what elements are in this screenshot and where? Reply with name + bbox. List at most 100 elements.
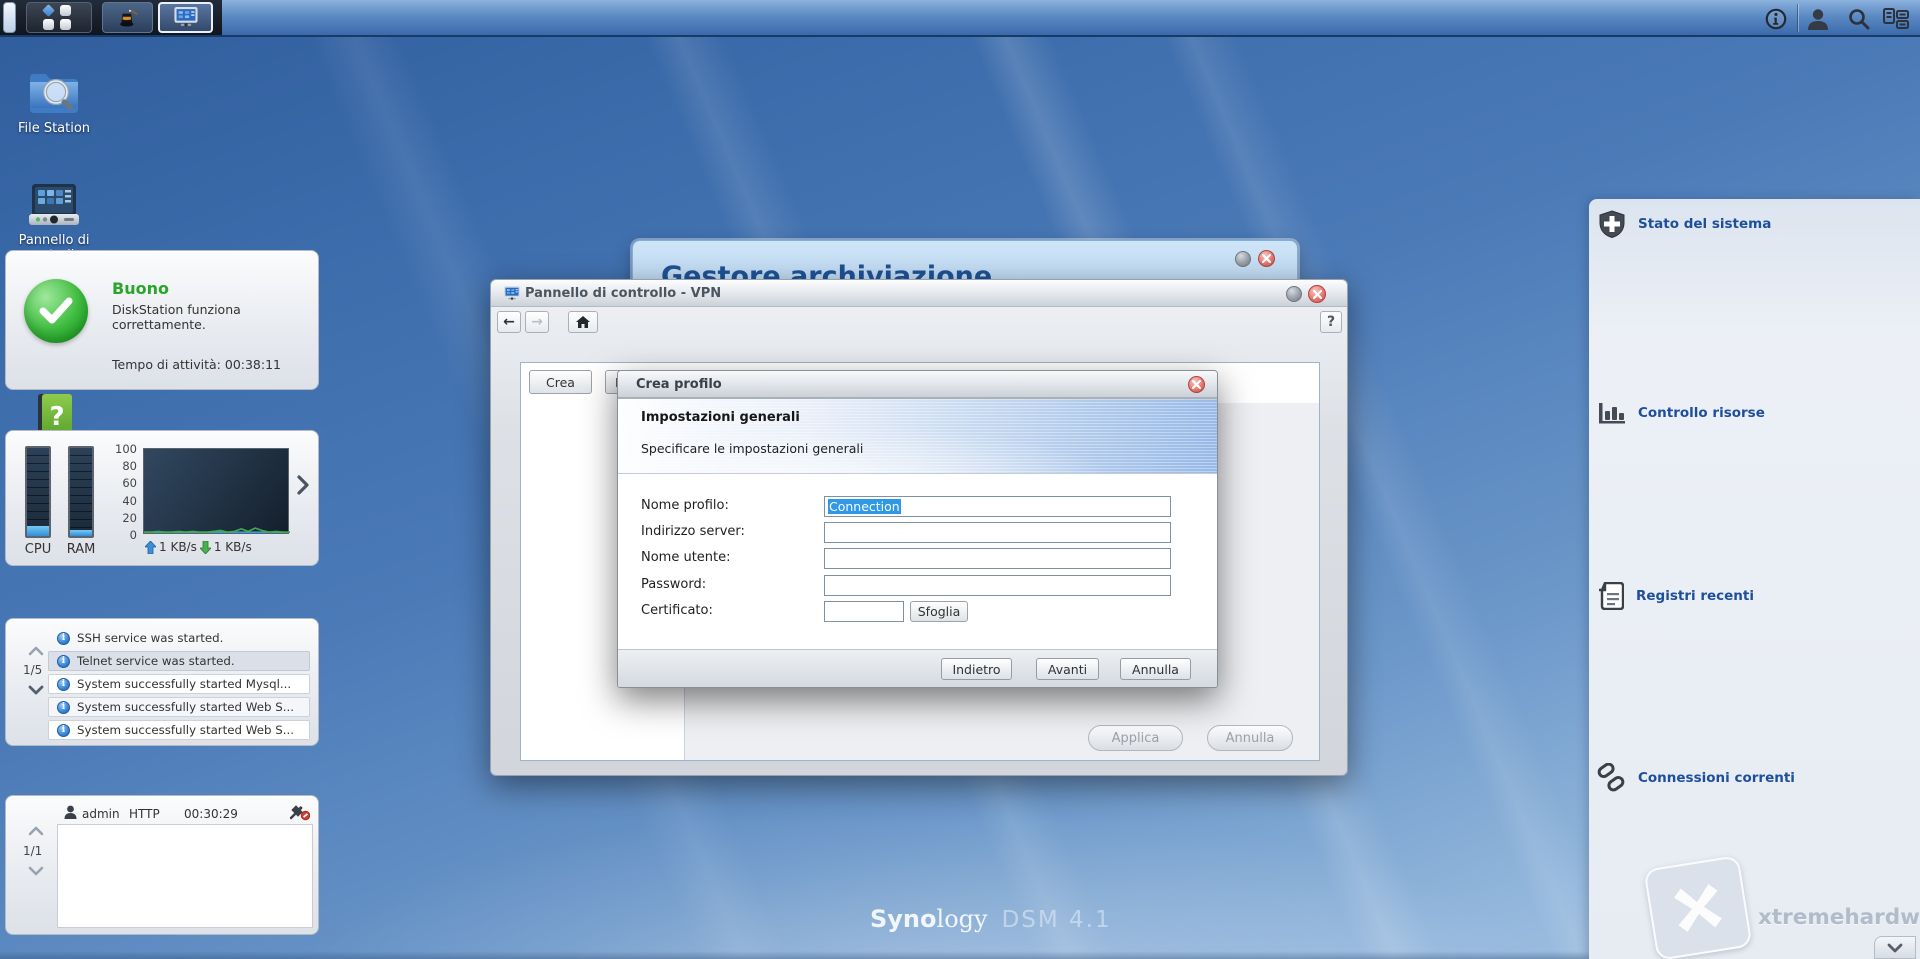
- minimize-button[interactable]: [1286, 286, 1302, 302]
- home-button[interactable]: [568, 311, 598, 333]
- show-desktop-button[interactable]: [3, 2, 16, 33]
- back-step-button[interactable]: Indietro: [941, 658, 1012, 680]
- home-icon: [576, 315, 590, 328]
- log-row[interactable]: i System successfully started Mysql...: [48, 674, 310, 694]
- widget-sidebar: [1589, 199, 1920, 959]
- svg-text:?: ?: [49, 402, 64, 432]
- log-row[interactable]: i System successfully started Web S...: [48, 720, 310, 740]
- pilot-view-button[interactable]: [1882, 5, 1910, 32]
- user-menu-button[interactable]: [1804, 5, 1832, 32]
- window-title: Pannello di controllo - VPN: [525, 285, 722, 301]
- browse-button[interactable]: Sfoglia: [910, 601, 968, 622]
- shield-icon: [1599, 210, 1625, 238]
- ytick: 60: [122, 476, 137, 490]
- create-profile-dialog: Crea profilo Impostazioni generali Speci…: [617, 370, 1218, 688]
- connection-user: admin: [82, 807, 120, 821]
- close-icon[interactable]: [1308, 285, 1326, 303]
- help-label: ?: [1326, 314, 1336, 330]
- help-button[interactable]: ?: [1320, 311, 1342, 333]
- cpu-gauge: [25, 446, 51, 538]
- taskbar-divider: [1797, 4, 1798, 32]
- info-icon: [1765, 8, 1787, 29]
- cancel-button[interactable]: Annulla: [1207, 725, 1293, 751]
- log-text: SSH service was started.: [77, 631, 224, 645]
- desktop-icon-file-station[interactable]: File Station: [6, 62, 102, 137]
- expand-chevron-icon[interactable]: [296, 475, 309, 495]
- status-ok-icon: [24, 279, 88, 343]
- server-address-label: Indirizzo server:: [641, 524, 745, 539]
- network-rates: 1 KB/s 1 KB/s: [145, 540, 252, 554]
- cancel-dialog-label: Annulla: [1132, 661, 1179, 677]
- download-rate: 1 KB/s: [213, 540, 252, 554]
- dsm-version: DSM 4.1: [1001, 907, 1112, 933]
- log-text: System successfully started Web S...: [77, 700, 294, 714]
- log-row[interactable]: i Telnet service was started.: [48, 651, 310, 671]
- dialog-titlebar[interactable]: Crea profilo: [618, 371, 1217, 399]
- section-title: Registri recenti: [1636, 588, 1754, 604]
- cancel-dialog-button[interactable]: Annulla: [1120, 658, 1191, 680]
- close-icon[interactable]: [1188, 376, 1205, 393]
- taskbar-app-quick-start[interactable]: [102, 2, 153, 33]
- server-address-field[interactable]: [824, 522, 1171, 543]
- main-menu-button[interactable]: [26, 2, 92, 33]
- dsm-branding: Synology DSM 4.1: [870, 905, 1112, 933]
- password-label: Password:: [641, 577, 707, 592]
- taskbar: [0, 0, 1920, 37]
- status-description-2: correttamente.: [112, 317, 206, 332]
- main-menu-icon: [42, 4, 75, 30]
- connection-time: 00:30:29: [184, 807, 238, 821]
- ram-label: RAM: [66, 542, 96, 557]
- username-field[interactable]: [824, 548, 1171, 569]
- next-step-button[interactable]: Avanti: [1036, 658, 1099, 680]
- connections-pager: 1/1: [23, 844, 43, 858]
- back-arrow-icon: ←: [503, 314, 515, 330]
- collapse-chevron-icon: [1887, 943, 1903, 952]
- log-row[interactable]: i System successfully started Web S...: [48, 697, 310, 717]
- ytick: 20: [122, 511, 137, 525]
- logs-page-down-icon[interactable]: [28, 685, 44, 695]
- taskbar-app-control-panel[interactable]: [158, 2, 213, 33]
- user-icon: [1808, 8, 1828, 30]
- sidebar-collapse-tab[interactable]: [1874, 936, 1916, 959]
- section-title: Stato del sistema: [1638, 216, 1772, 232]
- upload-arrow-icon: [145, 540, 156, 554]
- minimize-button[interactable]: [1235, 251, 1251, 267]
- connections-page-down-icon[interactable]: [28, 866, 44, 876]
- certificate-field[interactable]: [824, 601, 904, 622]
- selected-text: Connection: [828, 499, 901, 514]
- search-button[interactable]: [1844, 5, 1872, 32]
- back-button[interactable]: ←: [497, 311, 521, 333]
- apply-button[interactable]: Applica: [1088, 725, 1183, 751]
- ytick: 80: [122, 459, 137, 473]
- document-icon: [1599, 582, 1624, 610]
- connections-page-up-icon[interactable]: [28, 826, 44, 836]
- cancel-button-label: Annulla: [1225, 730, 1275, 746]
- forward-button[interactable]: →: [525, 311, 549, 333]
- create-button[interactable]: Crea: [529, 370, 592, 394]
- chain-link-icon: [1597, 763, 1625, 792]
- ram-gauge-fill: [70, 529, 92, 536]
- wizard-subheading: Specificare le impostazioni generali: [641, 441, 864, 456]
- status-description: DiskStation funziona: [112, 302, 241, 317]
- ytick: 0: [129, 528, 137, 542]
- widgets-icon: [1883, 7, 1909, 29]
- log-row[interactable]: i SSH service was started.: [48, 628, 310, 648]
- info-icon: i: [57, 654, 70, 668]
- close-icon[interactable]: [1258, 250, 1275, 267]
- ytick: 100: [115, 442, 137, 456]
- quick-start-taskbar-icon: [119, 9, 138, 27]
- info-icon: i: [57, 723, 70, 737]
- system-status-panel: Buono DiskStation funziona correttamente…: [5, 250, 319, 390]
- profile-name-field[interactable]: Connection: [824, 496, 1171, 517]
- password-field[interactable]: [824, 575, 1171, 596]
- control-panel-icon: [6, 174, 102, 230]
- connection-protocol: HTTP: [129, 807, 160, 821]
- disconnect-icon[interactable]: [290, 804, 310, 821]
- recent-logs-panel: 1/5 i SSH service was started. i Telnet …: [5, 618, 319, 746]
- system-info-button[interactable]: [1762, 5, 1790, 32]
- logs-page-up-icon[interactable]: [28, 646, 44, 656]
- window-titlebar[interactable]: Pannello di controllo - VPN: [491, 280, 1347, 307]
- log-text: System successfully started Mysql...: [77, 677, 292, 691]
- current-connections-panel: 1/1 admin HTTP 00:30:29: [5, 795, 319, 935]
- info-icon: i: [57, 677, 70, 691]
